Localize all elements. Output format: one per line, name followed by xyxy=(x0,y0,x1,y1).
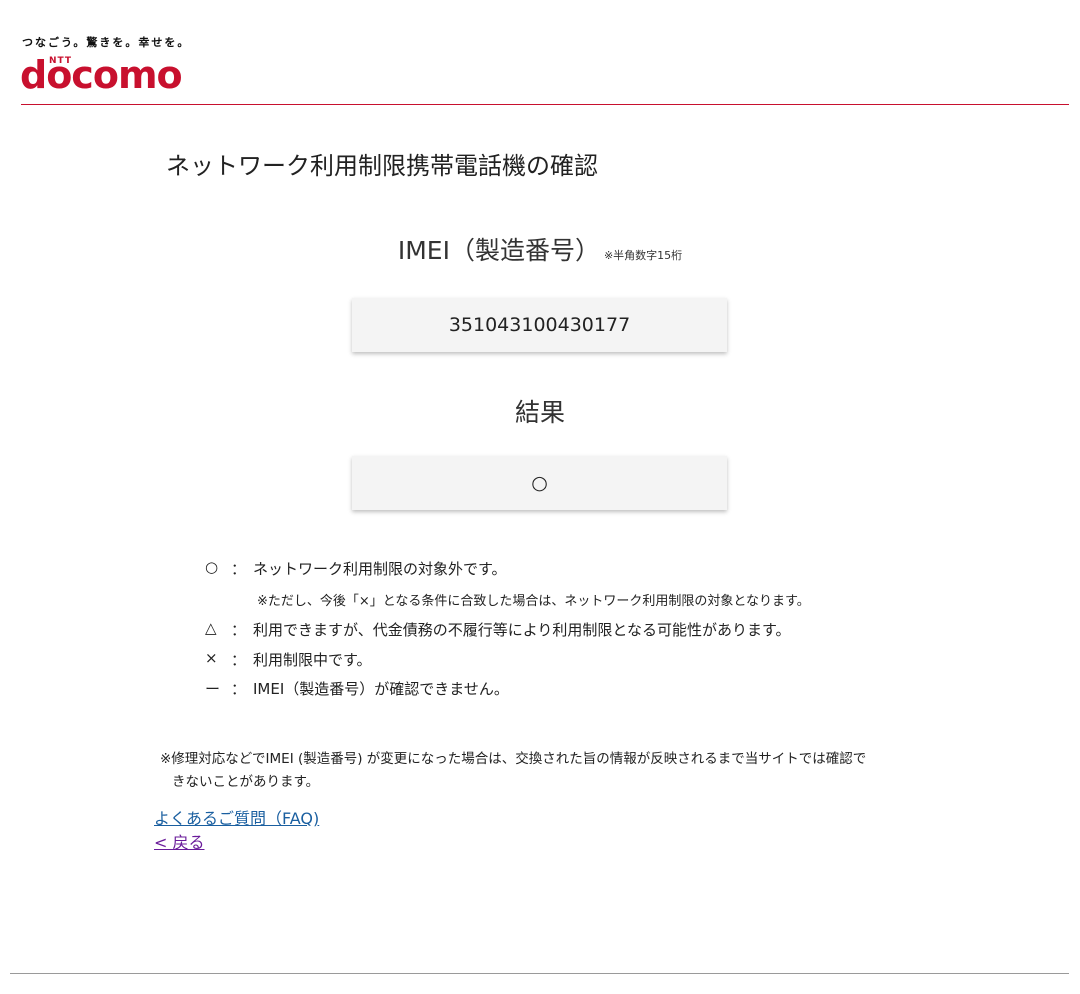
imei-value: 351043100430177 xyxy=(448,314,631,336)
legend-colon: ： xyxy=(231,651,247,669)
legend-colon: ： xyxy=(231,680,247,698)
result-label: 結果 xyxy=(514,398,565,427)
legend-symbol: ー xyxy=(205,680,221,698)
legend-text: 利用できますが、代金債務の不履行等により利用制限となる可能性があります。 xyxy=(253,621,791,639)
legend-symbol: × xyxy=(205,649,218,667)
legend-row-triangle: △ ： 利用できますが、代金債務の不履行等により利用制限となる可能性があります。 xyxy=(205,619,790,640)
legend-row-dash: ー ： IMEI（製造番号）が確認できません。 xyxy=(205,678,509,699)
legend-text: IMEI（製造番号）が確認できません。 xyxy=(253,680,509,698)
legend-text: 利用制限中です。 xyxy=(253,651,372,669)
back-link[interactable]: < 戻る xyxy=(154,829,205,853)
legend-colon: ： xyxy=(231,621,247,639)
legend-row-cross: × ： 利用制限中です。 xyxy=(205,649,372,670)
footer-divider xyxy=(10,973,1069,974)
legend-sub-note: ※ただし、今後「×」となる条件に合致した場合は、ネットワーク利用制限の対象となり… xyxy=(257,594,810,609)
imei-value-box: 351043100430177 xyxy=(352,298,727,352)
site-header: つなごう。驚きを。幸せを。 NTT docomo xyxy=(0,0,1080,106)
faq-link[interactable]: よくあるご質問（FAQ) xyxy=(154,805,319,829)
page-title: ネットワーク利用制限携帯電話機の確認 xyxy=(166,152,598,180)
header-divider xyxy=(21,104,1069,105)
result-value: ○ xyxy=(531,472,548,494)
imei-label: IMEI（製造番号） ※半角数字15桁 xyxy=(0,231,1080,267)
docomo-logo[interactable]: docomo xyxy=(20,53,183,97)
notice-line-2: きないことがあります。 xyxy=(172,774,320,790)
legend-text: ネットワーク利用制限の対象外です。 xyxy=(253,560,507,578)
legend-symbol: ○ xyxy=(205,558,219,576)
legend-row-circle: ○ ： ネットワーク利用制限の対象外です。 xyxy=(205,558,507,579)
legend-colon: ： xyxy=(231,560,247,578)
brand-tagline: つなごう。驚きを。幸せを。 xyxy=(22,36,191,49)
legend-symbol: △ xyxy=(205,619,217,637)
imei-label-text: IMEI（製造番号） xyxy=(397,236,600,265)
notice-line-1: ※修理対応などでIMEI (製造番号) が変更になった場合は、交換された旨の情報… xyxy=(160,751,867,767)
imei-change-notice: ※修理対応などでIMEI (製造番号) が変更になった場合は、交換された旨の情報… xyxy=(160,748,940,794)
result-value-box: ○ xyxy=(352,456,727,510)
imei-format-note: ※半角数字15桁 xyxy=(603,249,683,262)
